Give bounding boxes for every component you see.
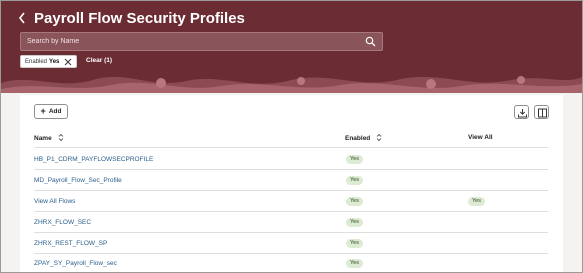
row-divider [34, 253, 548, 254]
add-button-label: Add [48, 108, 62, 115]
search-bar [20, 32, 383, 51]
results-card: + Add Name Enabled View All HB_P1_CDRM_P… [20, 95, 563, 272]
app-frame: Payroll Flow Security Profiles Enabled Y… [0, 0, 583, 273]
table-row-name[interactable]: MD_Payroll_Flow_Sec_Profile [34, 177, 122, 184]
column-header-name-label: Name [34, 135, 52, 142]
back-chevron-icon[interactable] [17, 11, 31, 27]
search-icon[interactable] [365, 36, 376, 47]
enabled-badge: Yes [346, 176, 363, 185]
row-divider [34, 190, 548, 191]
sort-icon [376, 134, 382, 141]
enabled-badge: Yes [346, 259, 363, 268]
enabled-badge: Yes [346, 155, 363, 164]
remove-filter-close-icon[interactable] [64, 58, 72, 66]
column-header-view-all: View All [468, 134, 493, 141]
table-row-name[interactable]: View All Flows [34, 198, 75, 205]
enabled-badge: Yes [346, 218, 363, 227]
row-divider [34, 169, 548, 170]
row-divider [34, 211, 548, 212]
table-row-name[interactable]: ZHRX_REST_FLOW_SP [34, 240, 107, 247]
sort-icon [58, 134, 63, 141]
table-row-name[interactable]: ZHRX_FLOW_SEC [34, 219, 91, 226]
view-all-badge: Yes [468, 197, 485, 206]
plus-icon: + [40, 106, 46, 116]
column-layout-button[interactable] [534, 105, 549, 119]
table-row-name[interactable]: ZPAY_SY_Payroll_Flow_sec [34, 260, 117, 267]
enabled-badge: Yes [346, 239, 363, 248]
column-header-enabled[interactable]: Enabled [345, 134, 382, 142]
filter-chip-label: Enabled [25, 58, 48, 65]
search-input[interactable] [21, 33, 351, 50]
page-title: Payroll Flow Security Profiles [34, 10, 245, 27]
filter-chip-value: Yes [49, 58, 60, 65]
table-header-divider [34, 147, 548, 148]
columns-icon [538, 108, 547, 118]
enabled-badge: Yes [346, 197, 363, 206]
clear-filters-link[interactable]: Clear (1) [86, 57, 112, 64]
row-divider [34, 232, 548, 233]
add-button[interactable]: + Add [34, 104, 68, 119]
header-pattern-decoration [1, 76, 582, 93]
table-row-name[interactable]: HB_P1_CDRM_PAYFLOWSECPROFILE [34, 156, 153, 163]
column-header-enabled-label: Enabled [345, 135, 371, 142]
page-header: Payroll Flow Security Profiles Enabled Y… [1, 1, 582, 93]
filter-chip-enabled: Enabled Yes [20, 55, 78, 68]
download-icon [518, 109, 527, 118]
column-header-name[interactable]: Name [34, 134, 64, 142]
download-button[interactable] [514, 105, 529, 119]
